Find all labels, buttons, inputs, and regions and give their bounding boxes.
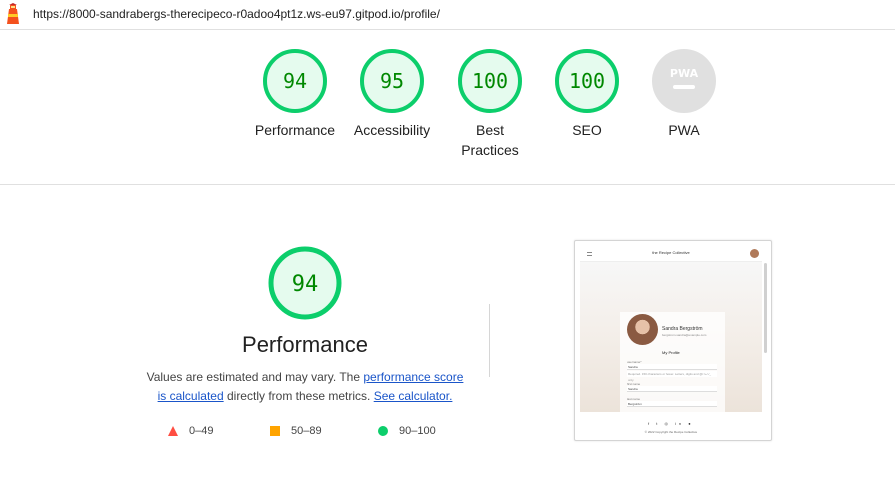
- pass-circle-icon: [378, 426, 388, 436]
- legend-fail: 0–49: [168, 425, 213, 437]
- site-header: the Recipe Collective: [580, 246, 762, 262]
- pwa-badge-icon: PWA: [652, 49, 716, 113]
- performance-score-gauge[interactable]: 94: [140, 245, 470, 321]
- desc-text: Values are estimated and may vary. The: [146, 370, 364, 384]
- category-title: Performance: [242, 332, 368, 357]
- gauge-ring: 100: [555, 49, 619, 113]
- last-name-field: Bergström: [627, 401, 717, 407]
- profile-photo: [627, 314, 658, 345]
- gauge-performance[interactable]: 94 Performance: [245, 48, 345, 140]
- legend-range: 90–100: [399, 425, 436, 437]
- profile-email: bergstrom.sandra@example.com: [662, 333, 707, 337]
- desc-text: directly from these metrics.: [223, 389, 374, 403]
- screenshot-page: the Recipe Collective Sandra Bergström b…: [580, 246, 762, 437]
- copyright: © 2022 Copyright the Recipe Collective: [644, 430, 698, 434]
- legend-pass: 90–100: [378, 425, 436, 437]
- gauge-score: 100: [472, 69, 508, 93]
- url-text[interactable]: https://8000-sandrabergs-therecipeco-r0a…: [33, 7, 440, 21]
- legend-range: 0–49: [189, 425, 214, 437]
- gauge-accessibility[interactable]: 95 Accessibility: [342, 48, 442, 140]
- screenshot-scrollbar: [764, 263, 767, 353]
- gauge-score: 94: [283, 69, 307, 93]
- gauge-label: Performance: [254, 122, 336, 138]
- site-brand: the Recipe Collective: [652, 250, 690, 255]
- site-footer: f t ◎ in ● © 2022 Copyright the Recipe C…: [580, 418, 762, 437]
- gauge-ring: 95: [360, 49, 424, 113]
- score-gauges: 94 Performance 95 Accessibility 100 Best…: [0, 30, 895, 185]
- average-square-icon: [270, 426, 280, 436]
- fail-triangle-icon: [168, 426, 178, 436]
- menu-icon: [587, 252, 592, 256]
- performance-description: Values are estimated and may vary. The p…: [140, 368, 470, 406]
- gauge-pwa[interactable]: PWA PWA: [634, 48, 734, 140]
- first-name-field: Sandra: [627, 386, 717, 392]
- performance-score-link[interactable]: performance score: [363, 370, 463, 384]
- legend-average: 50–89: [270, 425, 322, 437]
- gauge-label: Best Practices: [461, 122, 519, 158]
- big-score: 94: [292, 272, 319, 297]
- help-text: Required. 150 characters or fewer. Lette…: [627, 371, 717, 382]
- social-icons: f t ◎ in ●: [648, 421, 694, 426]
- gauge-label: SEO: [572, 122, 602, 138]
- profile-heading: My Profile: [662, 350, 680, 355]
- gauge-ring: 94: [268, 246, 342, 320]
- divider: [489, 304, 490, 377]
- gauge-ring: 94: [263, 49, 327, 113]
- gauge-ring: 100: [458, 49, 522, 113]
- avatar: [750, 249, 759, 258]
- gauge-score: 95: [380, 69, 404, 93]
- gauge-score: 100: [569, 69, 605, 93]
- final-screenshot-thumbnail[interactable]: the Recipe Collective Sandra Bergström b…: [574, 240, 772, 441]
- legend-range: 50–89: [291, 425, 322, 437]
- browser-address-bar: https://8000-sandrabergs-therecipeco-r0a…: [0, 0, 895, 30]
- score-scale-legend: 0–49 50–89 90–100: [168, 425, 468, 441]
- is-calculated-link[interactable]: is calculated: [158, 389, 224, 403]
- gauge-label: Accessibility: [353, 122, 431, 138]
- profile-name: Sandra Bergström: [662, 326, 703, 332]
- username-field: Sandra: [627, 364, 717, 370]
- see-calculator-link[interactable]: See calculator.: [374, 389, 453, 403]
- gauge-label: PWA: [668, 122, 700, 138]
- gauge-seo[interactable]: 100 SEO: [537, 48, 637, 140]
- lighthouse-icon: [7, 3, 19, 24]
- gauge-best-practices[interactable]: 100 Best Practices: [440, 48, 540, 160]
- pwa-badge-text: PWA: [670, 67, 699, 80]
